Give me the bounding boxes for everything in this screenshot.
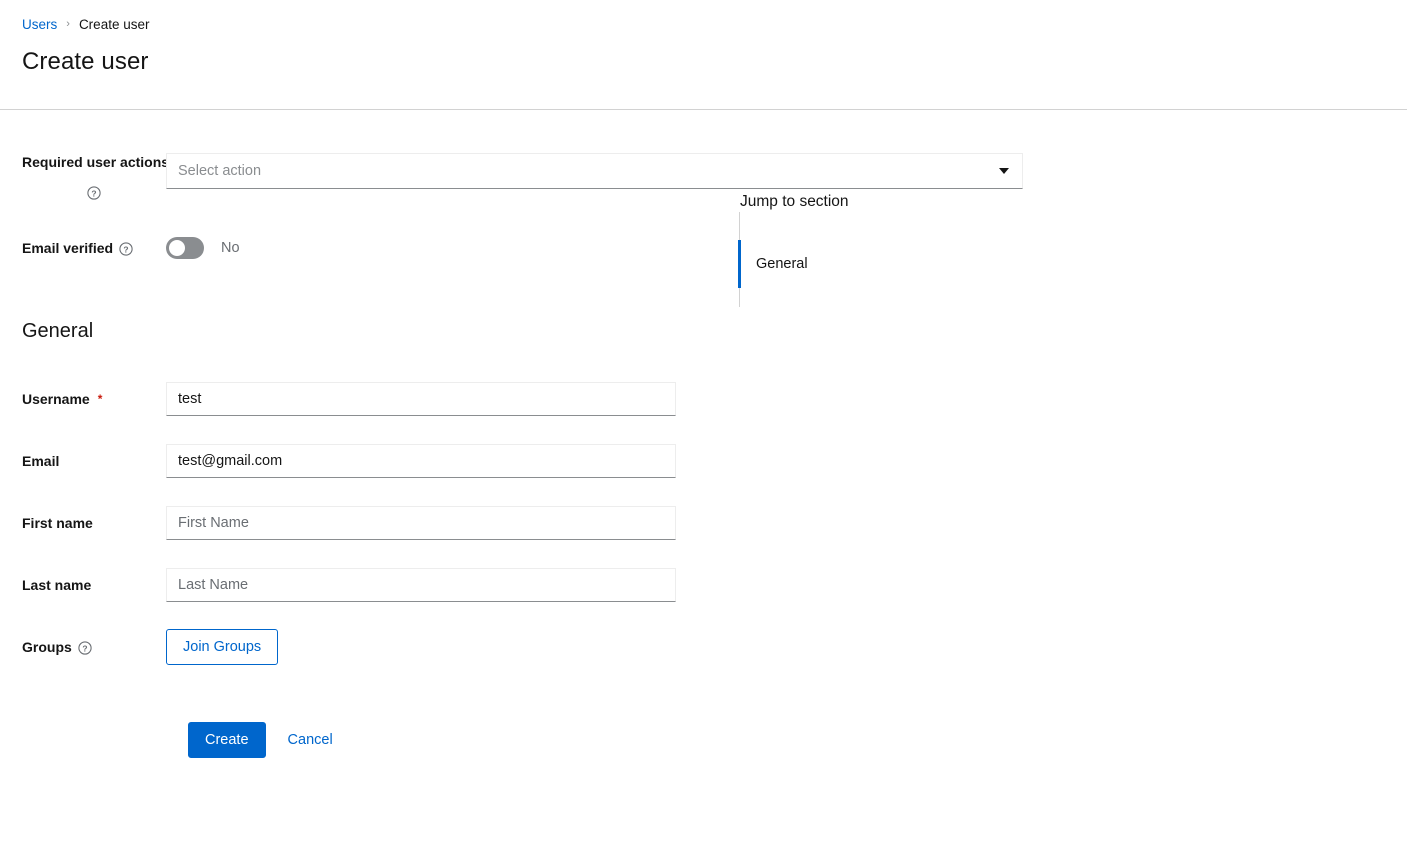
caret-down-icon[interactable]: [999, 168, 1009, 174]
form-row-required-user-actions: Required user actions ? Select action: [0, 153, 1407, 200]
svg-text:?: ?: [91, 188, 96, 198]
jump-to-section-nav: Jump to section General: [738, 192, 1039, 307]
label-text: First name: [22, 515, 93, 531]
label-username: Username *: [0, 390, 166, 408]
form-row-first-name: First name: [0, 506, 1407, 540]
join-groups-button[interactable]: Join Groups: [166, 629, 279, 665]
jump-to-section-title: Jump to section: [740, 193, 849, 210]
form-row-username: Username *: [0, 382, 1407, 416]
form-row-last-name: Last name: [0, 568, 1407, 602]
cancel-button[interactable]: Cancel: [272, 722, 349, 758]
page-title: Create user: [22, 48, 149, 75]
field-first-name: [166, 506, 1407, 540]
field-groups: Join Groups: [166, 629, 1407, 665]
field-username: [166, 382, 1407, 416]
page-header: Users › Create user Create user: [0, 0, 1407, 96]
first-name-input[interactable]: [166, 506, 676, 540]
svg-text:?: ?: [82, 643, 87, 653]
help-circle-icon[interactable]: ?: [22, 186, 166, 200]
create-button[interactable]: Create: [188, 722, 266, 758]
breadcrumb: Users › Create user: [22, 16, 1383, 34]
form-actions: Create Cancel: [0, 722, 1407, 758]
label-text: Last name: [22, 577, 92, 593]
field-required-user-actions: Select action: [166, 153, 1407, 189]
label-text: Username: [22, 391, 90, 407]
required-user-actions-placeholder: Select action: [178, 163, 262, 179]
breadcrumb-separator-icon: ›: [66, 18, 70, 30]
email-verified-toggle[interactable]: [166, 237, 204, 259]
required-marker: *: [97, 392, 103, 406]
label-text: Email: [22, 453, 60, 469]
help-circle-icon[interactable]: ?: [119, 242, 133, 256]
label-last-name: Last name: [0, 576, 166, 594]
jump-to-section-item-general[interactable]: General: [738, 240, 1039, 288]
label-required-user-actions: Required user actions ?: [0, 153, 170, 200]
field-last-name: [166, 568, 1407, 602]
form-row-email-verified: Email verified ? No: [0, 237, 1407, 259]
label-first-name: First name: [0, 514, 166, 532]
label-text: Required user actions: [22, 154, 170, 170]
jump-to-section-list: General: [738, 212, 1039, 307]
label-email: Email: [0, 452, 166, 470]
form-row-groups: Groups ? Join Groups: [0, 629, 1407, 665]
username-input[interactable]: [166, 382, 676, 416]
label-groups: Groups ?: [0, 638, 166, 656]
email-input[interactable]: [166, 444, 676, 478]
email-verified-state-label: No: [221, 240, 240, 256]
required-user-actions-select[interactable]: Select action: [166, 153, 1023, 189]
create-user-form: Required user actions ? Select action Em…: [0, 96, 1407, 758]
svg-text:?: ?: [123, 244, 128, 254]
form-row-email: Email: [0, 444, 1407, 478]
section-title-general: General: [22, 320, 94, 342]
label-email-verified: Email verified ?: [0, 239, 166, 257]
breadcrumb-item-users[interactable]: Users: [22, 16, 57, 34]
help-circle-icon[interactable]: ?: [78, 641, 92, 655]
toggle-knob: [169, 240, 185, 256]
last-name-input[interactable]: [166, 568, 676, 602]
breadcrumb-item-current: Create user: [78, 17, 150, 32]
field-email: [166, 444, 1407, 478]
label-text: Email verified: [22, 240, 114, 256]
label-text: Groups: [22, 639, 72, 655]
